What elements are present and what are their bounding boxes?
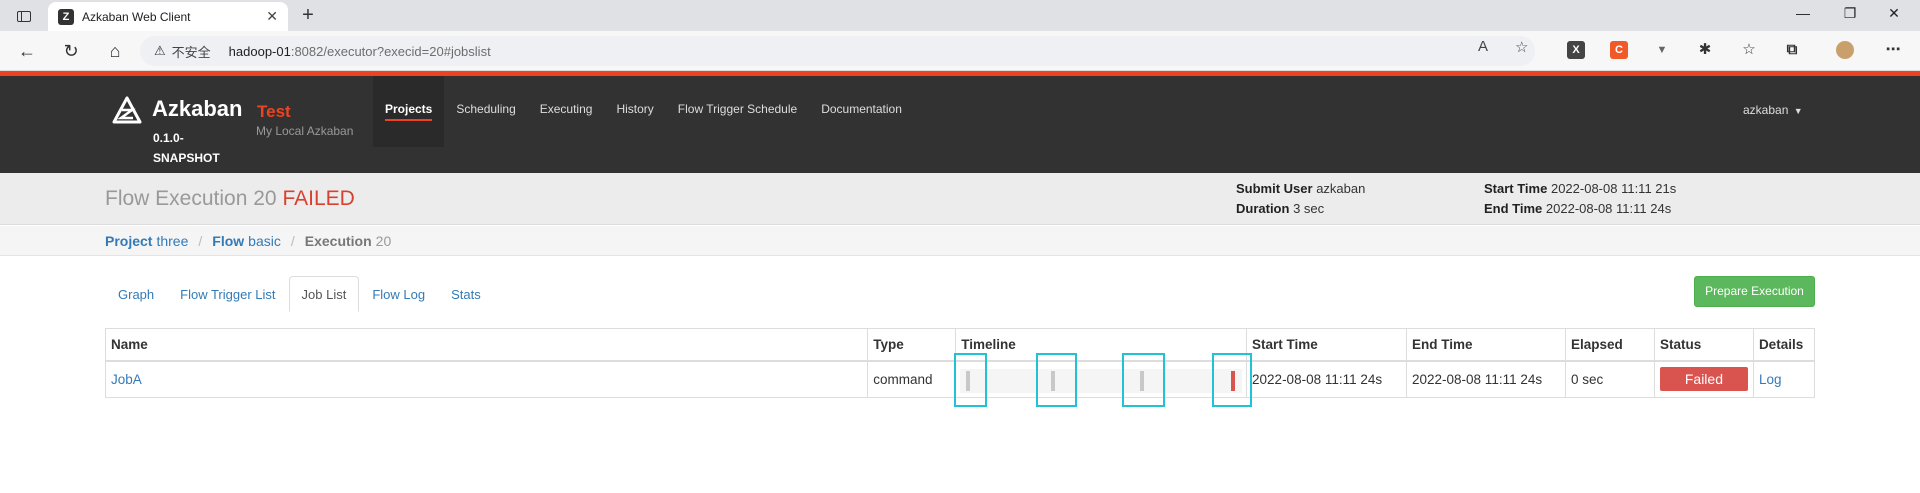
execution-tabs: Graph Flow Trigger List Job List Flow Lo… [105, 276, 494, 312]
status-badge: Failed [1659, 367, 1748, 392]
url-field[interactable]: ⚠ 不安全 hadoop-01:8082/executor?execid=20#… [140, 36, 1535, 66]
breadcrumb-flow[interactable]: Flow basic [212, 233, 281, 249]
tab-actions-icon[interactable] [10, 6, 38, 26]
extension-x-icon[interactable]: X [1567, 41, 1585, 59]
breadcrumb-separator: / [198, 232, 203, 249]
start-time: Start Time 2022-08-08 11:11 21s [1484, 181, 1677, 196]
app-header: Azkaban 0.1.0-SNAPSHOT Test My Local Azk… [0, 76, 1920, 173]
highlight-box [1036, 352, 1078, 407]
column-header-details[interactable]: Details [1752, 328, 1816, 362]
address-bar: ← ↻ ⌂ ⚠ 不安全 hadoop-01:8082/executor?exec… [0, 31, 1920, 71]
end-time: End Time 2022-08-08 11:11 24s [1484, 201, 1672, 216]
new-tab-icon[interactable]: + [296, 4, 320, 27]
flow-status: FAILED [282, 187, 355, 210]
close-window-icon[interactable]: ✕ [1874, 5, 1914, 22]
nav-scheduling[interactable]: Scheduling [444, 76, 527, 147]
extension-c-icon[interactable]: C [1610, 41, 1628, 59]
column-header-elapsed[interactable]: Elapsed [1564, 328, 1655, 362]
flow-execution-title: Flow Execution 20 [105, 187, 277, 210]
highlight-box [1122, 352, 1166, 407]
environment-name: Test [257, 102, 291, 121]
add-favorite-icon[interactable]: ☆ [1515, 38, 1528, 56]
back-icon[interactable]: ← [14, 39, 40, 63]
minimize-icon[interactable]: — [1783, 5, 1823, 21]
duration: Duration 3 sec [1236, 201, 1325, 216]
url-path: :8082/executor?execid=20#jobslist [290, 43, 491, 59]
read-aloud-icon[interactable]: A [1478, 38, 1488, 55]
job-list-table: Name Type Timeline Start Time End Time E… [104, 328, 1816, 407]
job-status-cell: Failed [1653, 360, 1754, 398]
azkaban-favicon-icon: Z [58, 8, 74, 25]
url-host: hadoop-01 [228, 43, 291, 59]
breadcrumb: Project three / Flow basic / Execution 20 [0, 226, 1920, 256]
tab-graph[interactable]: Graph [105, 276, 167, 312]
job-end-time: 2022-08-08 11:11 24s [1406, 360, 1566, 398]
nav-projects[interactable]: Projects [373, 76, 445, 147]
more-menu-icon[interactable]: ⋯ [1884, 41, 1902, 59]
browser-tab-strip: Z Azkaban Web Client ✕ + — ❐ ✕ [0, 0, 1920, 31]
column-header-start-time[interactable]: Start Time [1246, 328, 1407, 362]
brand-name: Azkaban [152, 96, 243, 121]
browser-tab[interactable]: Z Azkaban Web Client ✕ [48, 2, 288, 31]
column-header-name[interactable]: Name [104, 328, 869, 362]
nav-history[interactable]: History [604, 76, 665, 147]
tab-job-list[interactable]: Job List [288, 276, 360, 312]
user-name: azkaban [1743, 103, 1789, 117]
environment-description: My Local Azkaban [256, 124, 354, 138]
caret-down-icon: ▼ [1793, 106, 1803, 116]
job-timeline [954, 352, 1253, 407]
tab-flow-log[interactable]: Flow Log [359, 276, 438, 312]
table-row: JobA command 2022-08-08 11:11 24s 2022-0… [104, 352, 1816, 407]
tab-stats[interactable]: Stats [438, 276, 494, 312]
highlight-box [1212, 352, 1253, 407]
job-log-link[interactable]: Log [1752, 360, 1816, 398]
azkaban-logo-icon [112, 96, 142, 124]
warning-icon[interactable]: ⚠ [154, 43, 166, 59]
nav-executing[interactable]: Executing [528, 76, 605, 147]
main-nav: Projects Scheduling Executing History Fl… [373, 76, 914, 147]
user-menu[interactable]: azkaban ▼ [1743, 103, 1803, 117]
job-start-time: 2022-08-08 11:11 24s [1246, 360, 1407, 398]
refresh-icon[interactable]: ↻ [58, 39, 84, 63]
job-name-link[interactable]: JobA [104, 360, 869, 398]
tab-flow-trigger-list[interactable]: Flow Trigger List [167, 276, 288, 312]
highlight-box [954, 352, 988, 407]
favorites-icon[interactable]: ☆ [1740, 41, 1758, 59]
close-tab-icon[interactable]: ✕ [266, 8, 278, 25]
nav-flow-trigger-schedule[interactable]: Flow Trigger Schedule [666, 76, 809, 147]
extension-v-icon[interactable]: ▼ [1653, 41, 1671, 59]
column-header-status[interactable]: Status [1653, 328, 1754, 362]
breadcrumb-separator: / [290, 232, 295, 249]
breadcrumb-execution: Execution 20 [304, 232, 392, 249]
column-header-end-time[interactable]: End Time [1406, 328, 1566, 362]
collections-icon[interactable]: ⧉ [1783, 41, 1801, 59]
home-icon[interactable]: ⌂ [102, 39, 128, 63]
nav-documentation[interactable]: Documentation [809, 76, 914, 147]
timeline-track [960, 368, 1243, 393]
breadcrumb-project[interactable]: Project three [105, 233, 188, 249]
job-type: command [867, 360, 957, 398]
job-elapsed: 0 sec [1564, 360, 1655, 398]
page-title: Flow Execution 20 FAILED [105, 187, 355, 211]
insecure-label[interactable]: 不安全 [172, 42, 211, 61]
prepare-execution-button[interactable]: Prepare Execution [1694, 276, 1815, 307]
flow-info-bar: Flow Execution 20 FAILED Submit User azk… [0, 173, 1920, 225]
submit-user: Submit User azkaban [1236, 181, 1366, 196]
column-header-timeline[interactable]: Timeline [955, 328, 1248, 362]
browser-tab-title: Azkaban Web Client [82, 9, 191, 24]
extensions-puzzle-icon[interactable]: ✱ [1696, 41, 1714, 59]
column-header-type[interactable]: Type [867, 328, 957, 362]
restore-icon[interactable]: ❐ [1830, 5, 1870, 22]
profile-avatar[interactable] [1836, 41, 1854, 59]
brand-version: 0.1.0-SNAPSHOT [153, 131, 220, 165]
